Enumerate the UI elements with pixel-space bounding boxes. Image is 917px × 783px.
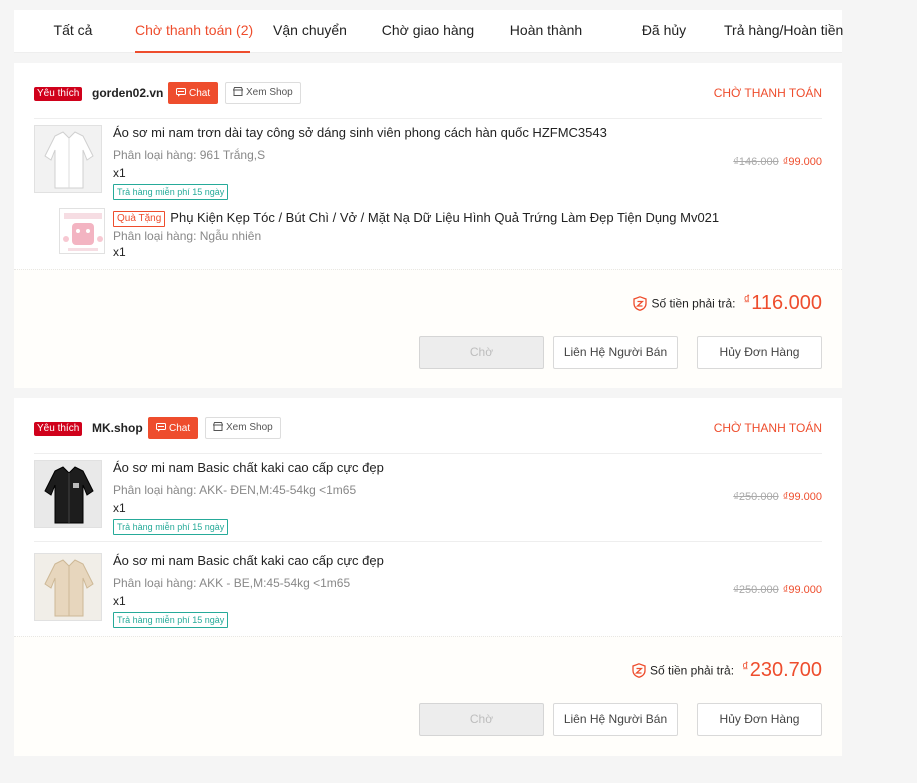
product-image[interactable] xyxy=(34,460,102,528)
tab-pending-payment[interactable]: Chờ thanh toán (2) xyxy=(135,10,253,53)
cancel-order-button[interactable]: Hủy Đơn Hàng xyxy=(697,336,822,369)
shop-name[interactable]: gorden02.vn xyxy=(92,86,163,100)
black-shirt-image xyxy=(35,461,101,527)
free-return-tag: Trả hàng miễn phí 15 ngày xyxy=(113,184,229,200)
order-card: Yêu thích gorden02.vn Chat Xem Shop CHỜ … xyxy=(14,63,842,388)
order-total: Số tiền phải trả: ₫116.000 xyxy=(633,292,822,315)
order-status: CHỜ THANH TOÁN xyxy=(713,421,822,435)
price-group: ₫250.000 ₫99.000 xyxy=(733,584,822,596)
sale-price: ₫99.000 xyxy=(782,491,822,503)
view-shop-label: Xem Shop xyxy=(226,422,273,433)
tab-awaiting-delivery[interactable]: Chờ giao hàng xyxy=(379,10,477,53)
sale-price: ₫99.000 xyxy=(782,584,822,596)
order-status-tabs: Tất cả Chờ thanh toán (2) Vận chuyển Chờ… xyxy=(14,10,843,53)
view-shop-button[interactable]: Xem Shop xyxy=(205,417,281,439)
shop-name[interactable]: MK.shop xyxy=(92,421,143,435)
total-value: 230.700 xyxy=(749,659,822,681)
gift-image[interactable] xyxy=(59,208,105,254)
chat-label: Chat xyxy=(189,88,211,99)
product-name[interactable]: Áo sơ mi nam Basic chất kaki cao cấp cực… xyxy=(113,553,384,568)
cancel-order-button[interactable]: Hủy Đơn Hàng xyxy=(697,703,822,736)
product-variant: Phân loại hàng: AKK- ĐEN,M:45-54kg <1m65 xyxy=(113,483,357,497)
product-quantity: x1 xyxy=(113,594,126,608)
currency-symbol: ₫ xyxy=(742,659,749,674)
price-group: ₫146.000 ₫99.000 xyxy=(733,156,822,168)
currency-symbol: ₫ xyxy=(743,292,751,307)
product-variant: Phân loại hàng: AKK - BE,M:45-54kg <1m65 xyxy=(113,576,351,590)
chat-button[interactable]: Chat xyxy=(148,417,199,439)
order-item[interactable]: Áo sơ mi nam Basic chất kaki cao cấp cực… xyxy=(34,454,822,542)
view-shop-label: Xem Shop xyxy=(246,87,293,98)
shield-icon xyxy=(632,663,646,678)
white-shirt-image xyxy=(35,126,101,192)
gift-quantity: x1 xyxy=(113,245,126,259)
chat-label: Chat xyxy=(169,423,191,434)
sale-price: ₫99.000 xyxy=(782,156,822,168)
order-item[interactable]: Áo sơ mi nam trơn dài tay công sở dáng s… xyxy=(34,119,822,269)
total-value: 116.000 xyxy=(751,292,822,314)
gift-tag: Quà Tặng xyxy=(113,211,166,227)
order-item[interactable]: Áo sơ mi nam Basic chất kaki cao cấp cực… xyxy=(34,542,822,636)
free-return-tag: Trả hàng miễn phí 15 ngày xyxy=(113,519,229,535)
gift-name-line[interactable]: Quà Tặng Phụ Kiện Kẹp Tóc / Bút Chì / Vở … xyxy=(113,210,719,227)
free-return-tag: Trả hàng miễn phí 15 ngày xyxy=(113,612,229,628)
product-quantity: x1 xyxy=(113,501,126,515)
product-name[interactable]: Áo sơ mi nam Basic chất kaki cao cấp cực… xyxy=(113,460,384,475)
original-price: ₫250.000 xyxy=(733,491,779,503)
original-price: ₫250.000 xyxy=(733,584,779,596)
tab-cancelled[interactable]: Đã hủy xyxy=(634,10,694,53)
shop-header: Yêu thích gorden02.vn Chat Xem Shop CHỜ … xyxy=(34,63,822,119)
tab-return-refund[interactable]: Trả hàng/Hoàn tiền xyxy=(724,10,843,53)
tab-completed[interactable]: Hoàn thành xyxy=(506,10,586,53)
tab-all[interactable]: Tất cả xyxy=(40,10,106,53)
wait-button[interactable]: Chờ xyxy=(419,703,544,736)
total-label: Số tiền phải trả: xyxy=(651,296,736,311)
shop-icon xyxy=(233,87,243,96)
gift-name: Phụ Kiện Kẹp Tóc / Bút Chì / Vở / Mặt Nạ… xyxy=(170,210,720,225)
total-label: Số tiền phải trả: xyxy=(649,663,735,678)
product-quantity: x1 xyxy=(113,166,126,180)
gift-product-image xyxy=(60,209,104,253)
chat-icon xyxy=(176,88,186,97)
shop-icon xyxy=(213,422,223,431)
tab-shipping[interactable]: Vận chuyển xyxy=(270,10,350,53)
order-card: Yêu thích MK.shop Chat Xem Shop CHỜ THAN… xyxy=(14,398,842,756)
gift-variant: Phân loại hàng: Ngẫu nhiên xyxy=(113,229,262,243)
order-status: CHỜ THANH TOÁN xyxy=(713,86,822,100)
view-shop-button[interactable]: Xem Shop xyxy=(225,82,301,104)
product-image[interactable] xyxy=(34,125,102,193)
shop-header: Yêu thích MK.shop Chat Xem Shop CHỜ THAN… xyxy=(34,398,822,454)
price-group: ₫250.000 ₫99.000 xyxy=(733,491,822,503)
wait-button[interactable]: Chờ xyxy=(419,336,544,369)
order-footer: Số tiền phải trả: ₫116.000 Chờ Liên Hệ Ng… xyxy=(14,269,842,388)
product-image[interactable] xyxy=(34,553,102,621)
product-name[interactable]: Áo sơ mi nam trơn dài tay công sở dáng s… xyxy=(113,125,607,140)
contact-seller-button[interactable]: Liên Hệ Người Bán xyxy=(553,336,678,369)
order-total: Số tiền phải trả: ₫230.700 xyxy=(632,659,822,682)
contact-seller-button[interactable]: Liên Hệ Người Bán xyxy=(553,703,678,736)
order-footer: Số tiền phải trả: ₫230.700 Chờ Liên Hệ Ng… xyxy=(14,636,842,756)
chat-button[interactable]: Chat xyxy=(168,82,219,104)
product-variant: Phân loại hàng: 961 Trắng,S xyxy=(113,148,266,162)
favorite-badge: Yêu thích xyxy=(34,422,83,436)
beige-shirt-image xyxy=(35,554,101,620)
shield-icon xyxy=(633,296,648,311)
chat-icon xyxy=(156,423,166,432)
favorite-badge: Yêu thích xyxy=(34,87,83,101)
total-amount: ₫116.000 xyxy=(744,292,822,314)
original-price: ₫146.000 xyxy=(733,156,779,168)
total-amount: ₫230.700 xyxy=(742,659,822,681)
